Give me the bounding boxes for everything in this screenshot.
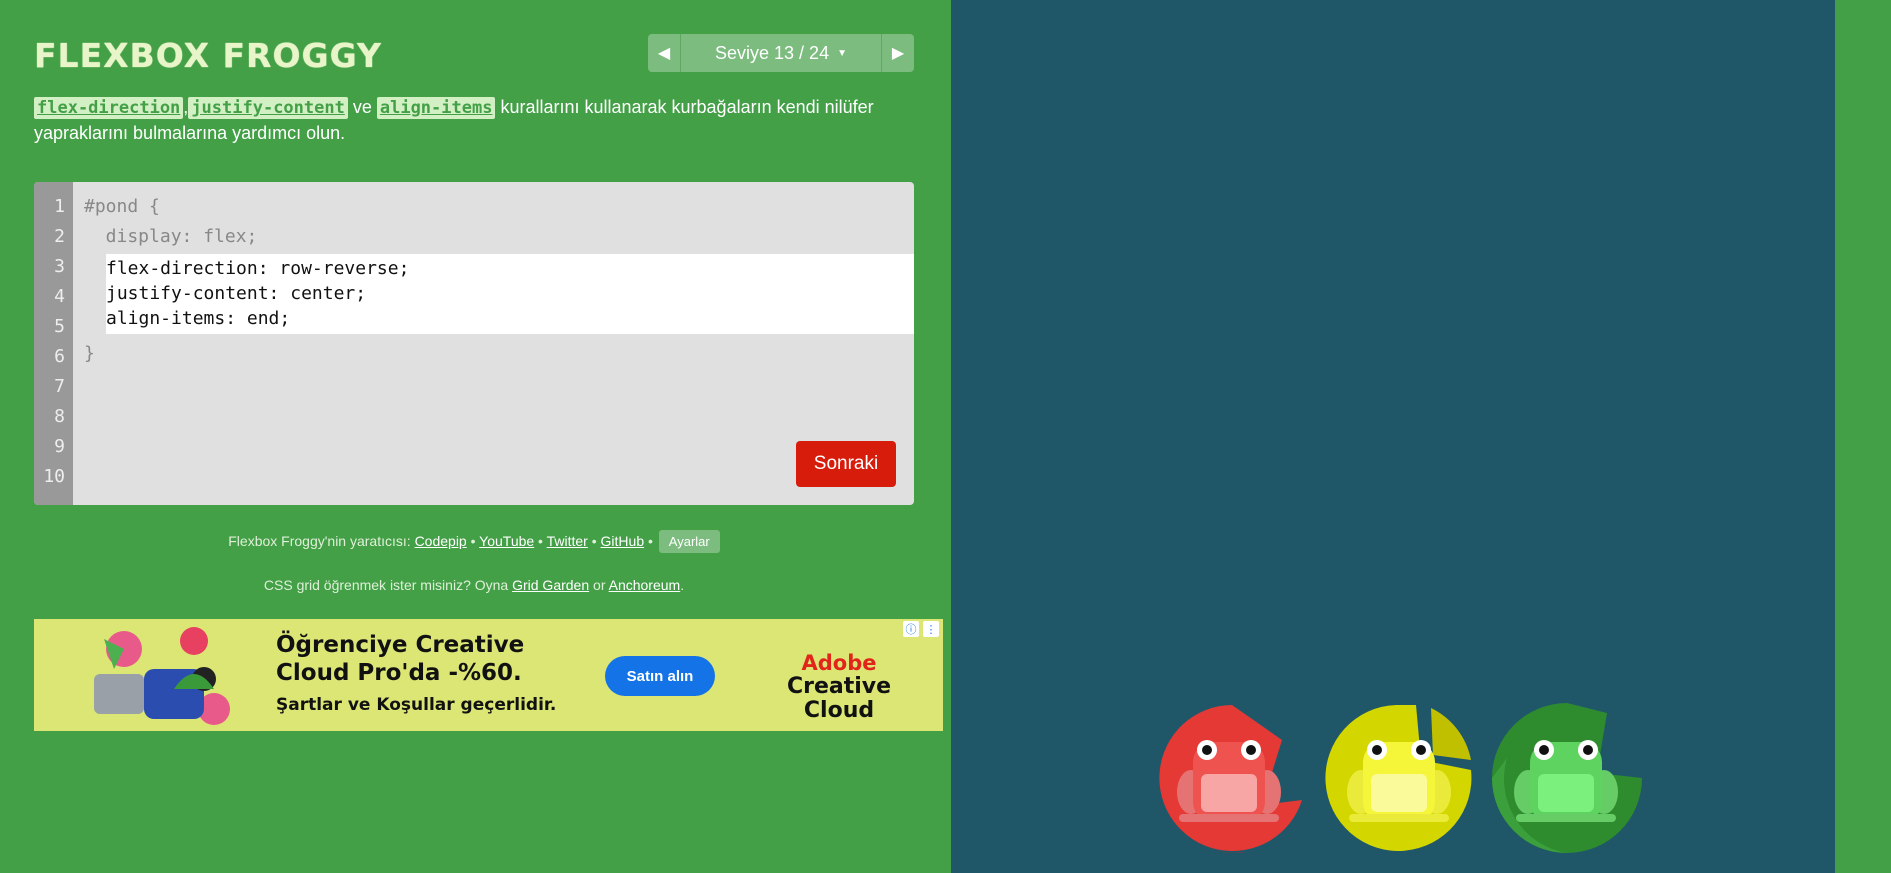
keyword-justify-content[interactable]: justify-content: [188, 97, 348, 119]
grid-promo: CSS grid öğrenmek ister misiniz? Oyna Gr…: [34, 577, 914, 593]
ad-terms: Şartlar ve Koşullar geçerlidir.: [276, 695, 557, 715]
line-number: 5: [54, 316, 65, 337]
link-twitter[interactable]: Twitter: [547, 533, 588, 549]
line-number: 4: [54, 286, 65, 307]
info-icon[interactable]: ⓘ: [903, 621, 919, 637]
ad-brand-line1: Adobe: [801, 651, 877, 675]
grid-promo-text: CSS grid öğrenmek ister misiniz? Oyna: [263, 577, 513, 593]
level-label: Seviye 13 / 24: [715, 42, 830, 63]
ad-buy-button[interactable]: Satın alın: [605, 656, 715, 696]
line-number: 3: [54, 256, 65, 277]
credits: Flexbox Froggy'nin yaratıcısı: Codepip •…: [34, 530, 914, 553]
link-youtube[interactable]: YouTube: [479, 533, 534, 549]
css-input-textarea[interactable]: flex-direction: row-reverse; justify-con…: [106, 254, 914, 334]
link-codepip[interactable]: Codepip: [415, 533, 467, 549]
level-navigator: ◀ Seviye 13 / 24 ▼ ▶: [648, 34, 914, 72]
keyword-flex-direction[interactable]: flex-direction: [34, 97, 184, 119]
input-line: align-items: end;: [106, 308, 291, 329]
right-margin: [1835, 0, 1891, 873]
ad-headline: Öğrenciye Creative Cloud Pro'da -%60.: [276, 632, 525, 686]
green-frog: [1514, 740, 1618, 822]
line-number: 7: [54, 376, 65, 397]
separator: •: [587, 533, 601, 549]
ad-brand-line2: Creative Cloud: [786, 674, 892, 723]
line-number: 9: [54, 436, 65, 457]
red-frog: [1177, 740, 1281, 822]
separator: •: [466, 533, 480, 549]
triangle-right-icon: ▶: [891, 45, 905, 62]
app-title: FLEXBOX FROGGY: [34, 36, 382, 75]
instructions: flex-direction, justify-content ve align-…: [34, 95, 894, 146]
grid-promo-suffix: .: [680, 577, 685, 593]
credits-prefix: Flexbox Froggy'nin yaratıcısı:: [228, 533, 415, 549]
code-line: display: flex;: [84, 226, 258, 247]
separator: •: [644, 533, 657, 549]
next-button[interactable]: Sonraki: [796, 441, 896, 487]
link-github[interactable]: GitHub: [601, 533, 645, 549]
prev-level-button[interactable]: ◀: [648, 34, 681, 72]
line-number: 1: [54, 196, 65, 217]
separator: •: [534, 533, 547, 549]
caret-down-icon: ▼: [837, 47, 847, 59]
more-vertical-icon[interactable]: ⋮: [923, 621, 939, 637]
keyword-align-items[interactable]: align-items: [376, 97, 496, 119]
link-anchoreum[interactable]: Anchoreum: [609, 577, 681, 593]
code-line: #pond {: [84, 196, 160, 217]
level-dropdown[interactable]: Seviye 13 / 24 ▼: [681, 34, 881, 72]
code-editor: 1 2 3 4 5 6 7 8 9 10 #pond { display: fl…: [34, 182, 914, 505]
yellow-frog: [1347, 740, 1451, 822]
line-number: 6: [54, 346, 65, 367]
triangle-left-icon: ◀: [657, 45, 671, 62]
link-grid-garden[interactable]: Grid Garden: [512, 577, 589, 593]
grid-promo-or: or: [589, 577, 609, 593]
input-line: flex-direction: row-reverse;: [106, 258, 410, 279]
code-line: }: [84, 343, 95, 364]
ad-brand: Adobe Creative Cloud: [754, 651, 924, 723]
pond: [951, 0, 1835, 873]
settings-button[interactable]: Ayarlar: [658, 530, 720, 553]
advertisement-banner[interactable]: Öğrenciye Creative Cloud Pro'da -%60. Şa…: [34, 619, 943, 731]
ad-choices: ⓘ ⋮: [903, 621, 939, 637]
next-level-button[interactable]: ▶: [881, 34, 914, 72]
separator: ve: [347, 97, 377, 117]
line-number: 8: [54, 406, 65, 427]
ad-artwork: [94, 627, 230, 725]
line-number: 10: [43, 466, 65, 487]
input-line: justify-content: center;: [106, 283, 367, 304]
line-number-gutter: 1 2 3 4 5 6 7 8 9 10: [34, 182, 73, 505]
sidebar: FLEXBOX FROGGY ◀ Seviye 13 / 24 ▼ ▶ flex…: [0, 0, 950, 873]
line-number: 2: [54, 226, 65, 247]
